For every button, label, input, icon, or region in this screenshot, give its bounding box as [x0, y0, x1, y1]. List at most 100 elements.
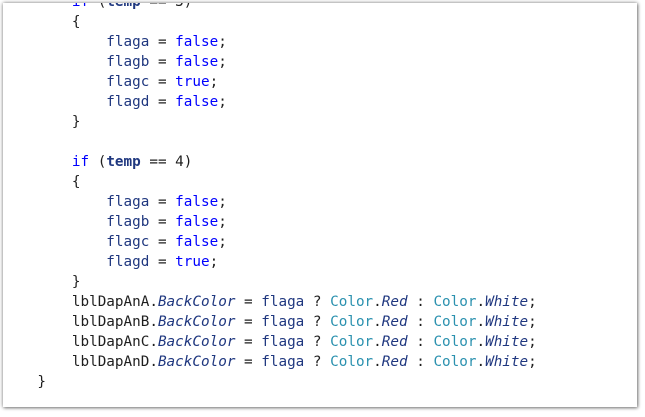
code-token: ? [304, 354, 331, 370]
code-line: lblDapAnD.BackColor = flaga ? Color.Red … [3, 352, 537, 372]
code-line: if (temp == 4) [3, 152, 537, 172]
code-token: == 3) [141, 3, 192, 10]
code-token: Color [433, 354, 477, 370]
code-token: . [373, 334, 382, 350]
code-line: lblDapAnA.BackColor = flaga ? Color.Red … [3, 292, 537, 312]
code-token: flaga [261, 294, 305, 310]
code-token: . [149, 314, 158, 330]
code-token: = [235, 294, 262, 310]
code-line: if (temp == 3) [3, 3, 537, 12]
code-line: { [3, 12, 537, 32]
code-token: = [235, 334, 262, 350]
code-token: if [71, 154, 90, 170]
code-line: flagd = false; [3, 92, 537, 112]
code-token: . [476, 294, 486, 310]
code-token: : [407, 314, 434, 330]
code-token: = [149, 214, 176, 230]
code-token: Red [381, 334, 408, 350]
code-token: ? [304, 334, 331, 350]
code-token: flagc [106, 234, 150, 250]
code-token: flaga [261, 354, 305, 370]
code-token: ( [89, 154, 107, 170]
code-token: flagb [106, 214, 150, 230]
code-token: flaga [106, 34, 150, 50]
code-token: { [3, 174, 81, 190]
code-token: temp [106, 3, 140, 10]
code-token: false [175, 34, 219, 50]
code-token: ; [528, 354, 537, 370]
code-token: lblDapAnD [71, 354, 150, 370]
code-token: Color [330, 334, 374, 350]
code-token: White [485, 334, 529, 350]
code-line: { [3, 172, 537, 192]
code-token: . [476, 334, 486, 350]
code-token: lblDapAnB [71, 314, 150, 330]
code-token: ? [304, 294, 331, 310]
code-token: = [149, 194, 176, 210]
code-token: false [175, 214, 219, 230]
code-token: BackColor [157, 294, 236, 310]
code-token: ; [209, 254, 219, 270]
code-token: ; [218, 194, 227, 210]
code-token: true [175, 74, 210, 90]
code-token: Color [433, 314, 477, 330]
code-token: ; [218, 214, 227, 230]
code-line: } [3, 112, 537, 132]
code-token: flaga [261, 334, 305, 350]
code-token: = [149, 34, 176, 50]
code-token: : [407, 354, 434, 370]
code-token: = [149, 254, 176, 270]
code-token: ; [528, 294, 537, 310]
code-line: lblDapAnB.BackColor = flaga ? Color.Red … [3, 312, 537, 332]
code-token: BackColor [157, 314, 236, 330]
code-token: . [373, 314, 382, 330]
code-line: lblDapAnC.BackColor = flaga ? Color.Red … [3, 332, 537, 352]
code-token: ; [528, 314, 537, 330]
code-editor: if (temp == 3) { flaga = false; flagb = … [3, 3, 537, 392]
code-line: } [3, 372, 537, 392]
code-token: { [3, 14, 81, 30]
code-token: = [149, 74, 176, 90]
code-token: Color [330, 354, 374, 370]
code-token: false [175, 94, 219, 110]
code-token: temp [106, 154, 141, 170]
code-token: flagc [106, 74, 150, 90]
code-token: : [407, 294, 434, 310]
code-token: flaga [261, 314, 305, 330]
code-token: ; [218, 234, 227, 250]
code-token: . [149, 354, 158, 370]
code-line: flagd = true; [3, 252, 537, 272]
code-token: White [485, 354, 529, 370]
code-token: = [235, 354, 262, 370]
code-token: White [485, 314, 529, 330]
code-token: Color [330, 314, 374, 330]
code-line: flagb = false; [3, 212, 537, 232]
code-token: ( [89, 3, 107, 10]
code-token: . [149, 334, 158, 350]
code-token: } [3, 274, 81, 290]
code-token: if [72, 3, 89, 10]
code-token: Red [381, 354, 408, 370]
code-token: lblDapAnC [71, 334, 150, 350]
code-token: ; [528, 334, 537, 350]
code-token: ; [218, 34, 227, 50]
code-token: . [149, 294, 158, 310]
code-token: BackColor [157, 354, 236, 370]
code-token: false [175, 194, 219, 210]
code-token: Color [330, 294, 374, 310]
code-token: Color [433, 334, 477, 350]
code-token: : [407, 334, 434, 350]
code-token: Color [433, 294, 477, 310]
code-line: flagc = true; [3, 72, 537, 92]
code-token: ; [218, 94, 227, 110]
